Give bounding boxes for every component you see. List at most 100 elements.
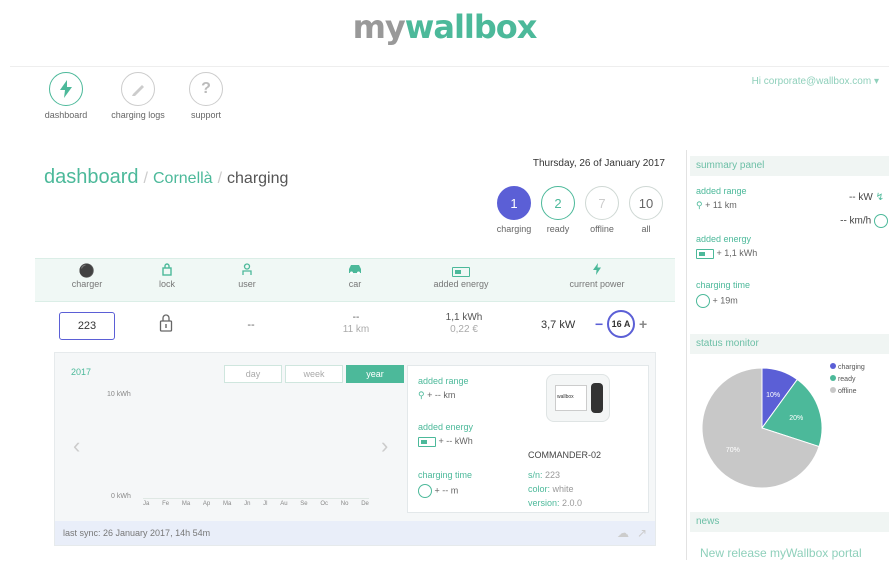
month-tick: Ap <box>202 501 211 507</box>
charger-color: color: white <box>528 484 574 494</box>
nav-charging-logs[interactable]: charging logs <box>108 72 168 120</box>
breadcrumb-current: charging <box>227 170 289 187</box>
y-axis-top-label: 10 kWh <box>107 391 131 398</box>
pie-label-offline: 70% <box>726 447 740 454</box>
tab-week[interactable]: week <box>285 365 343 383</box>
last-sync-bar: last sync: 26 January 2017, 14h 54m ☁ ↗ <box>55 521 655 545</box>
summary-added-range: ⚲ + 11 km <box>696 200 737 210</box>
chart-baseline <box>143 498 369 499</box>
news-title: news <box>690 512 889 532</box>
row-energy: 1,1 kWh <box>445 312 483 323</box>
nav-support[interactable]: ? support <box>176 72 236 120</box>
status-pie-chart: 10% 20% 70% <box>701 367 823 489</box>
pencil-icon <box>121 72 155 106</box>
month-axis: Ja Fe Ma Ap Ma Jn Jl Au Se Oc No De <box>143 501 369 507</box>
row-car-range: -- <box>352 312 360 323</box>
status-charging[interactable]: 1 charging <box>492 186 536 234</box>
detail-charging-time-label: charging time <box>418 470 473 480</box>
breadcrumb: dashboard / Cornellà / charging <box>44 166 289 188</box>
row-power: 3,7 kW <box>541 319 576 331</box>
question-icon: ? <box>189 72 223 106</box>
current-date: Thursday, 26 of January 2017 <box>532 158 665 169</box>
status-ready-label: ready <box>546 224 570 234</box>
tab-year[interactable]: year <box>346 365 404 383</box>
summary-power: -- kW ↯ <box>848 192 884 203</box>
chart-prev-button[interactable]: ‹ <box>73 433 80 459</box>
month-tick: Ja <box>143 501 150 507</box>
pie-label-charging: 10% <box>766 392 780 399</box>
car-icon <box>305 263 405 279</box>
nav-dashboard-label: dashboard <box>44 110 88 120</box>
last-sync-text: last sync: 26 January 2017, 14h 54m <box>63 528 211 538</box>
summary-added-range-label: added range <box>696 186 747 196</box>
summary-charging-time-label: charging time <box>696 280 751 290</box>
status-ready-count: 2 <box>541 186 575 220</box>
external-link-icon[interactable]: ↗ <box>637 521 647 545</box>
user-icon <box>197 263 297 279</box>
month-tick: Jl <box>263 501 268 507</box>
tab-day[interactable]: day <box>224 365 282 383</box>
status-offline[interactable]: 7 offline <box>580 186 624 234</box>
charger-model: COMMANDER-02 <box>528 450 602 460</box>
month-tick: No <box>340 501 349 507</box>
table-row[interactable]: 223 -- -- 11 km 1,1 kWh 0,22 € 3,7 kW − … <box>35 300 675 350</box>
col-car: car <box>305 263 405 289</box>
summary-panel-title: summary panel <box>690 156 889 176</box>
row-user: -- <box>247 319 255 331</box>
col-current-power: current power <box>547 263 647 289</box>
detail-added-energy: + -- kWh <box>418 436 473 447</box>
bolt-icon: ↯ <box>875 192 884 203</box>
status-offline-count: 7 <box>585 186 619 220</box>
status-monitor-title: status monitor <box>690 334 889 354</box>
charger-id-button[interactable]: 223 <box>59 312 115 340</box>
lock-toggle-icon[interactable] <box>159 314 173 337</box>
clock-icon <box>418 484 432 498</box>
col-user: user <box>197 263 297 289</box>
month-tick: Fe <box>162 501 170 507</box>
nav-dashboard[interactable]: dashboard <box>36 72 96 120</box>
month-tick: Ma <box>181 501 191 507</box>
battery-icon <box>411 263 511 279</box>
top-divider <box>10 66 889 67</box>
month-tick: Jn <box>244 501 251 507</box>
status-charging-count: 1 <box>497 186 531 220</box>
charger-version: version: 2.0.0 <box>528 498 583 508</box>
detail-charging-time: + -- m <box>418 484 458 498</box>
summary-added-energy-label: added energy <box>696 234 752 244</box>
row-cost: 0,22 € <box>450 324 478 335</box>
user-menu[interactable]: Hi corporate@wallbox.com ▾ <box>752 76 879 87</box>
detail-added-energy-label: added energy <box>418 422 474 432</box>
speed-gauge-icon <box>874 214 888 228</box>
pie-label-ready: 20% <box>789 415 803 422</box>
status-all[interactable]: 10 all <box>624 186 668 234</box>
detail-added-range-label: added range <box>418 376 469 386</box>
breadcrumb-location[interactable]: Cornellà <box>153 170 213 187</box>
brand-logo: mywallbox <box>352 8 538 46</box>
month-tick: De <box>361 501 369 507</box>
status-charging-label: charging <box>496 224 532 234</box>
status-ready[interactable]: 2 ready <box>536 186 580 234</box>
chart-year: 2017 <box>71 367 92 377</box>
status-all-label: all <box>641 224 651 234</box>
cloud-sync-icon[interactable]: ☁ <box>617 521 629 545</box>
battery-icon <box>418 436 436 447</box>
legend-ready: ready <box>830 374 865 386</box>
location-pin-icon: ⚲ <box>418 390 425 400</box>
legend-offline: offline <box>830 386 865 398</box>
increase-current-button[interactable]: + <box>639 316 647 332</box>
y-axis-bottom-label: 0 kWh <box>111 493 131 500</box>
col-added-energy: added energy <box>411 263 511 289</box>
chart-next-button[interactable]: › <box>381 433 388 459</box>
bolt-icon <box>49 72 83 106</box>
charger-serial: s/n: 223 <box>528 470 561 480</box>
status-all-count: 10 <box>629 186 663 220</box>
decrease-current-button[interactable]: − <box>595 316 603 332</box>
month-tick: Oc <box>320 501 329 507</box>
charger-detail-panel: 2017 day week year 10 kWh 0 kWh Ja Fe Ma Ap… <box>54 352 656 546</box>
charger-image: wallbox <box>546 374 610 422</box>
detail-added-range: ⚲ + -- km <box>418 390 456 400</box>
month-tick: Se <box>300 501 308 507</box>
news-headline[interactable]: New release myWallbox portal <box>700 546 862 560</box>
bolt-icon <box>547 263 647 279</box>
breadcrumb-root[interactable]: dashboard <box>44 166 139 188</box>
